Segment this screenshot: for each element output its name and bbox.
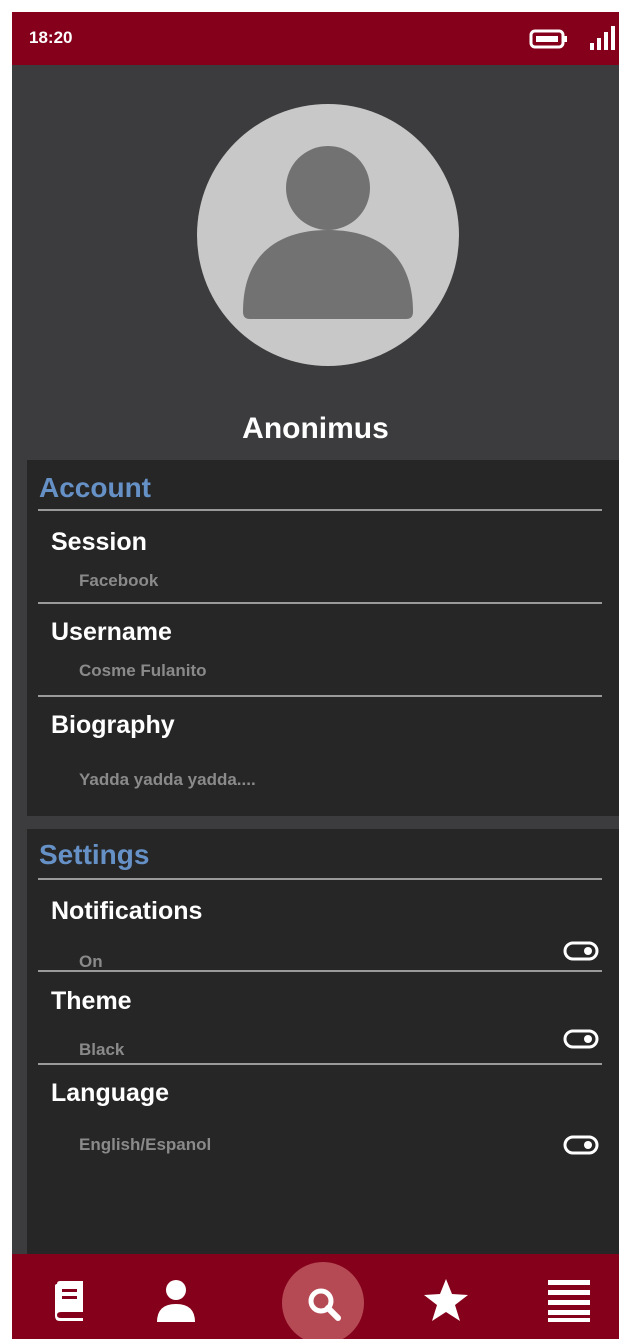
notifications-value: On — [79, 952, 103, 971]
book-icon[interactable] — [52, 1281, 86, 1321]
notifications-toggle[interactable] — [563, 941, 599, 961]
signal-icon — [590, 26, 615, 50]
divider — [38, 602, 602, 604]
theme-label: Theme — [51, 987, 132, 1015]
status-bar: 18:20 — [12, 12, 619, 65]
search-icon — [308, 1288, 341, 1321]
battery-icon — [529, 29, 567, 49]
biography-label: Biography — [51, 711, 175, 739]
session-value: Facebook — [79, 571, 159, 590]
account-section: Account Session Facebook Username Cosme … — [27, 460, 619, 816]
divider — [38, 695, 602, 697]
status-time: 18:20 — [29, 28, 73, 47]
star-icon[interactable] — [423, 1278, 469, 1322]
account-section-title: Account — [39, 472, 151, 503]
language-toggle[interactable] — [563, 1135, 599, 1155]
theme-value: Black — [79, 1040, 125, 1059]
theme-toggle[interactable] — [563, 1029, 599, 1049]
bottom-nav — [12, 1254, 619, 1339]
notifications-label: Notifications — [51, 897, 203, 925]
profile-name: Anonimus — [242, 412, 389, 445]
divider — [38, 970, 602, 972]
session-label: Session — [51, 528, 147, 556]
profile-screen: 18:20 Anonimus Account Session Facebook … — [12, 12, 619, 1339]
menu-icon[interactable] — [547, 1278, 591, 1322]
language-label: Language — [51, 1079, 170, 1107]
language-value: English/Espanol — [79, 1135, 212, 1154]
avatar[interactable] — [197, 104, 459, 366]
divider — [38, 509, 602, 511]
settings-section: Settings Notifications On Theme Black La… — [27, 829, 619, 1265]
divider — [38, 878, 602, 880]
username-value: Cosme Fulanito — [79, 661, 207, 680]
divider — [38, 1063, 602, 1065]
search-button[interactable] — [282, 1262, 364, 1339]
username-label: Username — [51, 618, 172, 646]
user-icon[interactable] — [155, 1280, 197, 1322]
biography-value: Yadda yadda yadda.... — [79, 770, 256, 789]
settings-section-title: Settings — [39, 839, 150, 870]
